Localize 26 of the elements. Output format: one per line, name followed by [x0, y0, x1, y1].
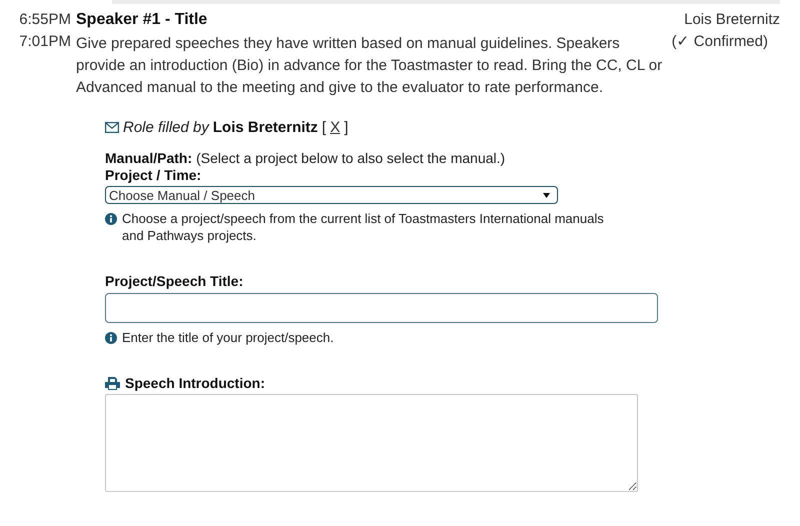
role-filled-label: Role filled by	[123, 119, 209, 136]
start-time: 6:55PM	[19, 10, 71, 30]
role-title: Speaker #1 - Title	[76, 10, 208, 30]
remove-link[interactable]: X	[330, 119, 340, 136]
project-select[interactable]: Choose Manual / Speech	[105, 186, 558, 204]
manual-path-label: Manual/Path:	[105, 150, 192, 167]
role-description: Give prepared speeches they have written based on manual guidelines. Speakers provide an introduction (Bio) in advance for the Toastmaster to read. Bring the CC, CL or Advanced manual to the meeting and give to the evaluator to rate performance.	[76, 34, 664, 98]
project-help-text: Choose a project/speech from the current list of Toastmasters International manuals and Pathways projects.	[122, 210, 605, 244]
project-title-label: Project/Speech Title:	[105, 273, 244, 290]
bracket-text: [	[322, 119, 326, 136]
info-icon	[105, 332, 117, 344]
filler-name: Lois Breternitz	[212, 119, 318, 136]
assignee-name: Lois Breternitz	[684, 10, 780, 30]
project-time-label: Project / Time:	[105, 167, 202, 184]
end-time: 7:01PM	[19, 32, 71, 52]
speech-introduction-label: Speech Introduction:	[125, 375, 265, 392]
bracket-text: ]	[344, 119, 348, 136]
dropdown-caret-icon	[543, 193, 550, 198]
printer-icon[interactable]	[105, 377, 120, 390]
speech-introduction-field[interactable]	[105, 394, 638, 492]
info-icon	[105, 213, 117, 225]
project-title-field[interactable]	[105, 293, 658, 323]
manual-path-hint: (Select a project below to also select the manual.)	[196, 150, 506, 167]
title-help-text: Enter the title of your project/speech.	[122, 329, 334, 346]
envelope-icon[interactable]	[105, 122, 119, 133]
confirmation-status: (✓ Confirmed)	[672, 32, 769, 52]
